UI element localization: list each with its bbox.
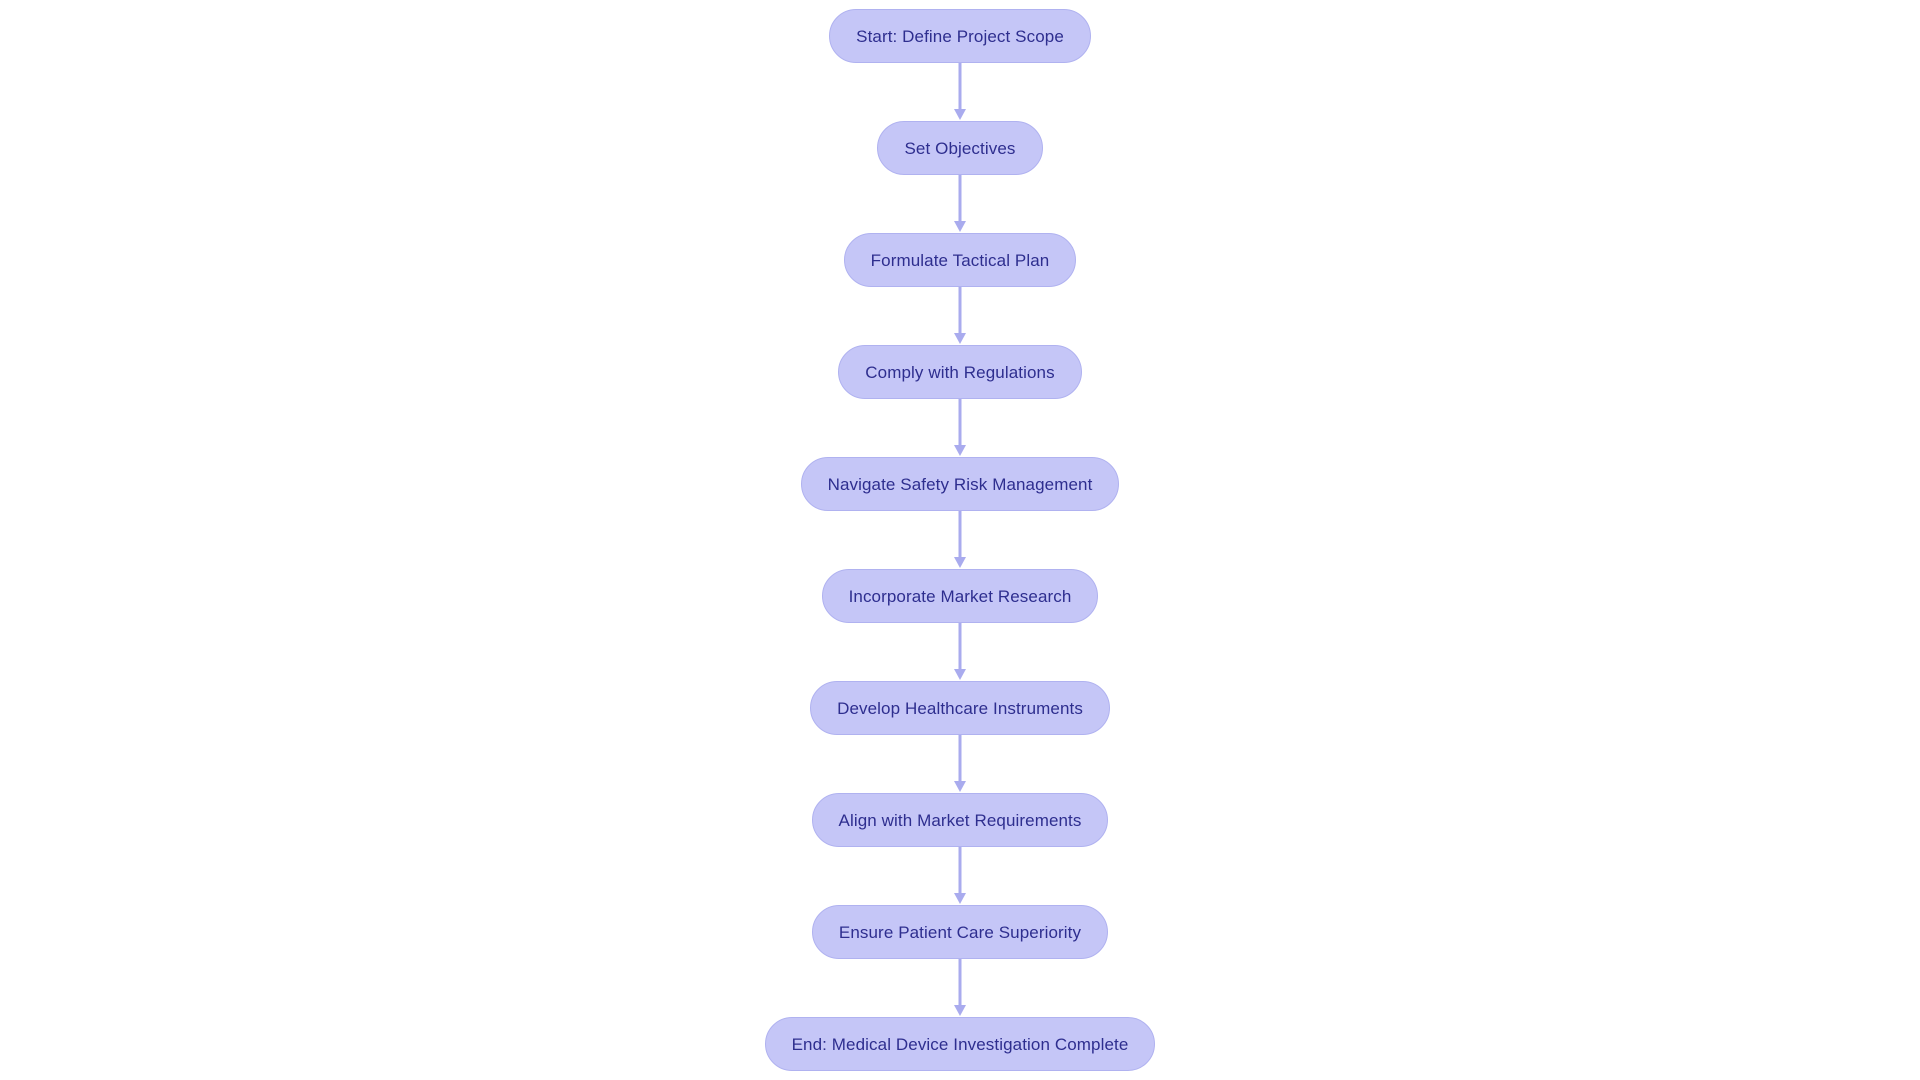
flow-node-navigate-safety-risk-management[interactable]: Navigate Safety Risk Management [800,457,1120,511]
down-arrow-icon [954,1005,966,1016]
flow-node-develop-healthcare-instruments[interactable]: Develop Healthcare Instruments [810,681,1110,735]
flow-node-set-objectives[interactable]: Set Objectives [877,121,1043,175]
down-arrow-icon [954,445,966,456]
flow-node-label: Incorporate Market Research [848,586,1072,606]
flow-node-end-medical-device-investigation-complete[interactable]: End: Medical Device Investigation Comple… [764,1017,1156,1071]
edge-line [958,735,962,783]
flow-node-label: Set Objectives [904,138,1016,158]
flow-node-label: Comply with Regulations [865,362,1055,382]
flow-edge-n3-n4 [953,287,967,345]
flow-node-align-with-market-requirements[interactable]: Align with Market Requirements [811,793,1109,847]
edge-line [958,511,962,559]
down-arrow-icon [954,669,966,680]
flow-node-label: End: Medical Device Investigation Comple… [791,1034,1129,1054]
flow-edge-n1-n2 [953,63,967,121]
flow-edge-n4-n5 [953,399,967,457]
edge-line [958,399,962,447]
edge-line [958,63,962,111]
flow-edge-n5-n6 [953,511,967,569]
flow-edge-n8-n9 [953,847,967,905]
down-arrow-icon [954,781,966,792]
flow-node-label: Align with Market Requirements [838,810,1082,830]
flow-node-label: Navigate Safety Risk Management [827,474,1093,494]
flow-node-label: Develop Healthcare Instruments [837,698,1083,718]
edge-line [958,959,962,1007]
down-arrow-icon [954,221,966,232]
flow-node-label: Start: Define Project Scope [856,26,1064,46]
flow-edge-n7-n8 [953,735,967,793]
edge-line [958,623,962,671]
flowchart-canvas: Start: Define Project Scope Set Objectiv… [0,0,1920,1080]
down-arrow-icon [954,557,966,568]
flow-edge-n9-n10 [953,959,967,1017]
edge-line [958,287,962,335]
flow-node-comply-with-regulations[interactable]: Comply with Regulations [838,345,1082,399]
flow-node-formulate-tactical-plan[interactable]: Formulate Tactical Plan [843,233,1077,287]
down-arrow-icon [954,893,966,904]
flowchart-node-column: Start: Define Project Scope Set Objectiv… [0,0,1920,1080]
down-arrow-icon [954,333,966,344]
flow-node-start-define-project-scope[interactable]: Start: Define Project Scope [829,9,1091,63]
flow-node-label: Ensure Patient Care Superiority [838,922,1082,942]
flow-node-incorporate-market-research[interactable]: Incorporate Market Research [821,569,1099,623]
flow-edge-n2-n3 [953,175,967,233]
edge-line [958,847,962,895]
flow-node-ensure-patient-care-superiority[interactable]: Ensure Patient Care Superiority [811,905,1109,959]
down-arrow-icon [954,109,966,120]
flow-node-label: Formulate Tactical Plan [870,250,1050,270]
flow-edge-n6-n7 [953,623,967,681]
edge-line [958,175,962,223]
